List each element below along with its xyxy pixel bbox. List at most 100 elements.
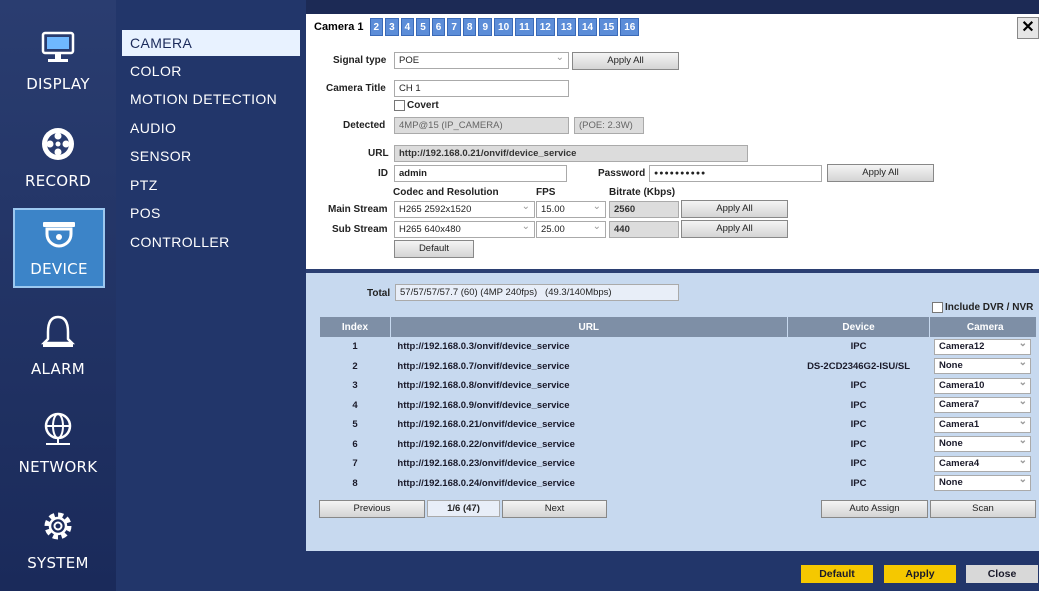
table-row[interactable]: 4 http://192.168.0.9/onvif/device_servic… [320,395,1037,416]
tab-camera-15[interactable]: 15 [599,17,619,36]
nav-network[interactable]: NETWORK [0,388,116,484]
table-row[interactable]: 2 http://192.168.0.7/onvif/device_servic… [320,356,1037,377]
submenu-camera[interactable]: CAMERA [122,30,300,56]
password-input[interactable]: ●●●●●●●●●● [649,165,822,182]
tab-camera-12[interactable]: 12 [535,17,555,36]
sub-stream-apply-all-button[interactable]: Apply All [681,220,788,238]
submenu-controller[interactable]: CONTROLLER [122,229,300,255]
row-device: IPC [850,419,867,431]
table-row[interactable]: 7 http://192.168.0.23/onvif/device_servi… [320,454,1037,474]
tab-camera-11[interactable]: 11 [515,17,534,36]
submenu-sensor[interactable]: SENSOR [122,143,300,169]
table-row[interactable]: 3 http://192.168.0.8/onvif/device_servic… [320,376,1037,396]
row-url: http://192.168.0.9/onvif/device_service [397,399,570,411]
table-row[interactable]: 8 http://192.168.0.24/onvif/device_servi… [320,473,1037,494]
row-camera-select[interactable]: Camera1 [933,415,1031,433]
tab-camera-5[interactable]: 5 [416,17,430,36]
submenu-color[interactable]: COLOR [122,58,300,84]
main-bitrate-value[interactable]: 2560 [609,201,679,218]
close-button[interactable]: Close [966,565,1038,583]
total-label: Total [367,288,391,299]
row-camera-select[interactable]: None [933,473,1031,492]
row-index: 2 [352,360,358,372]
tab-camera-6[interactable]: 6 [431,17,446,36]
stream-default-button[interactable]: Default [394,240,474,258]
column-header-camera[interactable]: Camera [929,317,1036,337]
id-input[interactable]: admin [394,165,567,182]
tab-camera-3[interactable]: 3 [385,17,399,36]
main-stream-label: Main Stream [328,204,388,215]
row-camera-select[interactable]: Camera10 [933,376,1031,394]
sub-codec-select[interactable]: H265 640x480 [394,221,535,238]
main-codec-select[interactable]: H265 2592x1520 [394,201,535,218]
row-camera-cell: None [930,434,1036,455]
table-row[interactable]: 1 http://192.168.0.3/onvif/device_servic… [320,337,1037,357]
nav-record[interactable]: RECORD [0,102,116,198]
password-label: Password [598,168,646,179]
signal-type-label: Signal type [333,55,387,66]
tab-camera-8[interactable]: 8 [462,17,477,36]
nav-display[interactable]: DISPLAY [0,5,116,101]
tab-camera-7[interactable]: 7 [447,17,461,36]
submenu-motion-detection[interactable]: MOTION DETECTION [122,86,300,112]
tab-camera-14[interactable]: 14 [578,17,598,36]
column-header-url[interactable]: URL [389,317,788,337]
tab-camera-1[interactable]: Camera 1 [310,17,368,36]
bitrate-header: Bitrate (Kbps) [609,187,676,198]
main-stream-apply-all-button[interactable]: Apply All [681,200,788,218]
detected-label: Detected [343,120,386,131]
url-input[interactable]: http://192.168.0.21/onvif/device_service [394,145,748,162]
sub-bitrate-value[interactable]: 440 [609,221,679,238]
camera-title-label: Camera Title [326,83,386,94]
credentials-apply-all-button[interactable]: Apply All [827,164,934,182]
close-icon[interactable]: ✕ [1017,17,1039,39]
camera-title-input[interactable]: CH 1 [394,80,569,97]
row-camera-select[interactable]: None [933,356,1031,375]
row-camera-select[interactable]: None [933,434,1031,453]
covert-checkbox[interactable] [394,100,405,111]
default-button[interactable]: Default [801,565,873,583]
row-camera-select[interactable]: Camera12 [933,337,1031,355]
submenu-pos[interactable]: POS [122,200,300,226]
nav-alarm[interactable]: ALARM [0,290,116,386]
previous-button[interactable]: Previous [319,500,425,518]
tab-camera-13[interactable]: 13 [556,17,576,36]
row-camera-select[interactable]: Camera4 [933,454,1031,472]
gear-icon [44,512,72,540]
auto-assign-button[interactable]: Auto Assign [821,500,928,518]
tab-camera-10[interactable]: 10 [494,17,514,36]
main-fps-select[interactable]: 15.00 [536,201,606,218]
signal-apply-all-button[interactable]: Apply All [572,52,679,70]
dome-camera-icon [43,222,75,248]
row-url: http://192.168.0.3/onvif/device_service [397,341,570,353]
row-camera-cell: Camera10 [930,376,1036,396]
table-row[interactable]: 5 http://192.168.0.21/onvif/device_servi… [320,415,1037,435]
row-camera-select[interactable]: Camera7 [933,395,1031,414]
poe-value: (POE: 2.3W) [574,117,644,134]
tab-camera-16[interactable]: 16 [620,17,640,36]
scan-button[interactable]: Scan [930,500,1036,518]
nav-system[interactable]: SYSTEM [0,484,116,580]
submenu-audio[interactable]: AUDIO [122,115,300,141]
detected-value: 4MP@15 (IP_CAMERA) [394,117,569,134]
include-dvr-nvr-checkbox[interactable] [932,302,943,313]
column-header-device[interactable]: Device [786,317,930,337]
tab-camera-2[interactable]: 2 [369,17,384,36]
column-header-index[interactable]: Index [319,317,391,337]
table-row[interactable]: 6 http://192.168.0.22/onvif/device_servi… [320,434,1037,455]
sub-fps-select[interactable]: 25.00 [536,221,606,238]
next-button[interactable]: Next [502,500,607,518]
tab-camera-4[interactable]: 4 [400,17,415,36]
device-submenu: CAMERA COLOR MOTION DETECTION AUDIO SENS… [116,0,306,591]
tab-camera-9[interactable]: 9 [478,17,493,36]
row-camera-cell: None [930,473,1036,494]
include-dvr-nvr-label: Include DVR / NVR [945,302,1034,313]
row-camera-cell: Camera12 [930,337,1036,357]
row-device: IPC [850,438,867,450]
nav-device[interactable]: DEVICE [13,208,105,288]
apply-button[interactable]: Apply [884,565,956,583]
row-url: http://192.168.0.7/onvif/device_service [397,360,570,372]
submenu-ptz[interactable]: PTZ [122,172,300,198]
row-device: IPC [850,399,867,411]
signal-type-select[interactable]: POE [394,52,569,69]
